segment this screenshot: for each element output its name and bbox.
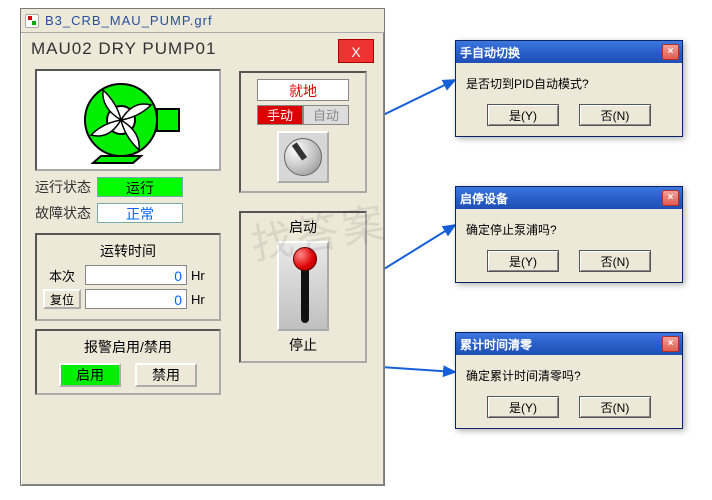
- lever-knob-icon: [293, 247, 317, 271]
- alarm-title: 报警启用/禁用: [43, 335, 213, 363]
- mode-toggle-row: 手动 自动: [257, 105, 349, 125]
- dialog-close-button[interactable]: ×: [662, 190, 679, 206]
- alarm-enable-button[interactable]: 启用: [59, 363, 121, 387]
- mode-manual-label: 手动: [257, 105, 303, 125]
- panel-close-button[interactable]: X: [338, 39, 374, 63]
- fault-status-value: 正常: [97, 203, 183, 223]
- runtime-total-unit: Hr: [191, 292, 213, 307]
- app-icon: [25, 14, 39, 28]
- dialog-message: 确定停止泵浦吗?: [466, 221, 672, 238]
- stop-label: 停止: [289, 335, 317, 355]
- alarm-disable-button[interactable]: 禁用: [135, 363, 197, 387]
- dialog-close-button[interactable]: ×: [662, 44, 679, 60]
- mode-rotary-switch[interactable]: [277, 131, 329, 183]
- fault-status-label: 故障状态: [35, 203, 91, 223]
- os-titlebar: B3_CRB_MAU_PUMP.grf: [21, 9, 384, 33]
- mode-location-indicator: 就地: [257, 79, 349, 101]
- pump-graphic-box: [35, 69, 221, 171]
- alarm-group: 报警启用/禁用 启用 禁用: [35, 329, 221, 395]
- dialog-start-stop: 启停设备 × 确定停止泵浦吗? 是(Y) 否(N): [455, 186, 683, 283]
- hmi-main-window: B3_CRB_MAU_PUMP.grf MAU02 DRY PUMP01 X: [20, 8, 385, 486]
- runtime-group: 运转时间 本次 0 Hr 复位 0 Hr: [35, 233, 221, 321]
- runtime-total-value: 0: [85, 289, 187, 309]
- runtime-current-label: 本次: [43, 266, 81, 285]
- dialog-no-button[interactable]: 否(N): [579, 250, 651, 272]
- dialog-close-button[interactable]: ×: [662, 336, 679, 352]
- rotary-knob-icon: [284, 138, 322, 176]
- run-status-value: 运行: [97, 177, 183, 197]
- runtime-current-value: 0: [85, 265, 187, 285]
- runtime-current-unit: Hr: [191, 268, 213, 283]
- dialog-titlebar: 启停设备 ×: [456, 187, 682, 209]
- mode-group: 就地 手动 自动: [239, 71, 367, 193]
- dialog-no-button[interactable]: 否(N): [579, 396, 651, 418]
- mode-auto-label: 自动: [303, 105, 349, 125]
- startstop-lever[interactable]: [277, 241, 329, 331]
- dialog-yes-button[interactable]: 是(Y): [487, 104, 559, 126]
- dialog-message: 确定累计时间清零吗?: [466, 367, 672, 384]
- dialog-message: 是否切到PID自动模式?: [466, 75, 672, 92]
- runtime-title: 运转时间: [43, 239, 213, 265]
- runtime-reset-button[interactable]: 复位: [43, 289, 81, 309]
- filename-label: B3_CRB_MAU_PUMP.grf: [45, 13, 213, 28]
- pump-icon: [73, 75, 183, 165]
- startstop-group: 启动 停止: [239, 211, 367, 363]
- panel-title: MAU02 DRY PUMP01: [31, 39, 216, 59]
- dialog-titlebar: 手自动切换 ×: [456, 41, 682, 63]
- dialog-mode-switch: 手自动切换 × 是否切到PID自动模式? 是(Y) 否(N): [455, 40, 683, 137]
- dialog-yes-button[interactable]: 是(Y): [487, 250, 559, 272]
- run-status-label: 运行状态: [35, 177, 91, 197]
- dialog-yes-button[interactable]: 是(Y): [487, 396, 559, 418]
- dialog-reset-total: 累计时间清零 × 确定累计时间清零吗? 是(Y) 否(N): [455, 332, 683, 429]
- dialog-titlebar: 累计时间清零 ×: [456, 333, 682, 355]
- dialog-title: 手自动切换: [460, 44, 520, 61]
- dialog-title: 累计时间清零: [460, 336, 532, 353]
- dialog-title: 启停设备: [460, 190, 508, 207]
- start-label: 启动: [289, 217, 317, 237]
- dialog-no-button[interactable]: 否(N): [579, 104, 651, 126]
